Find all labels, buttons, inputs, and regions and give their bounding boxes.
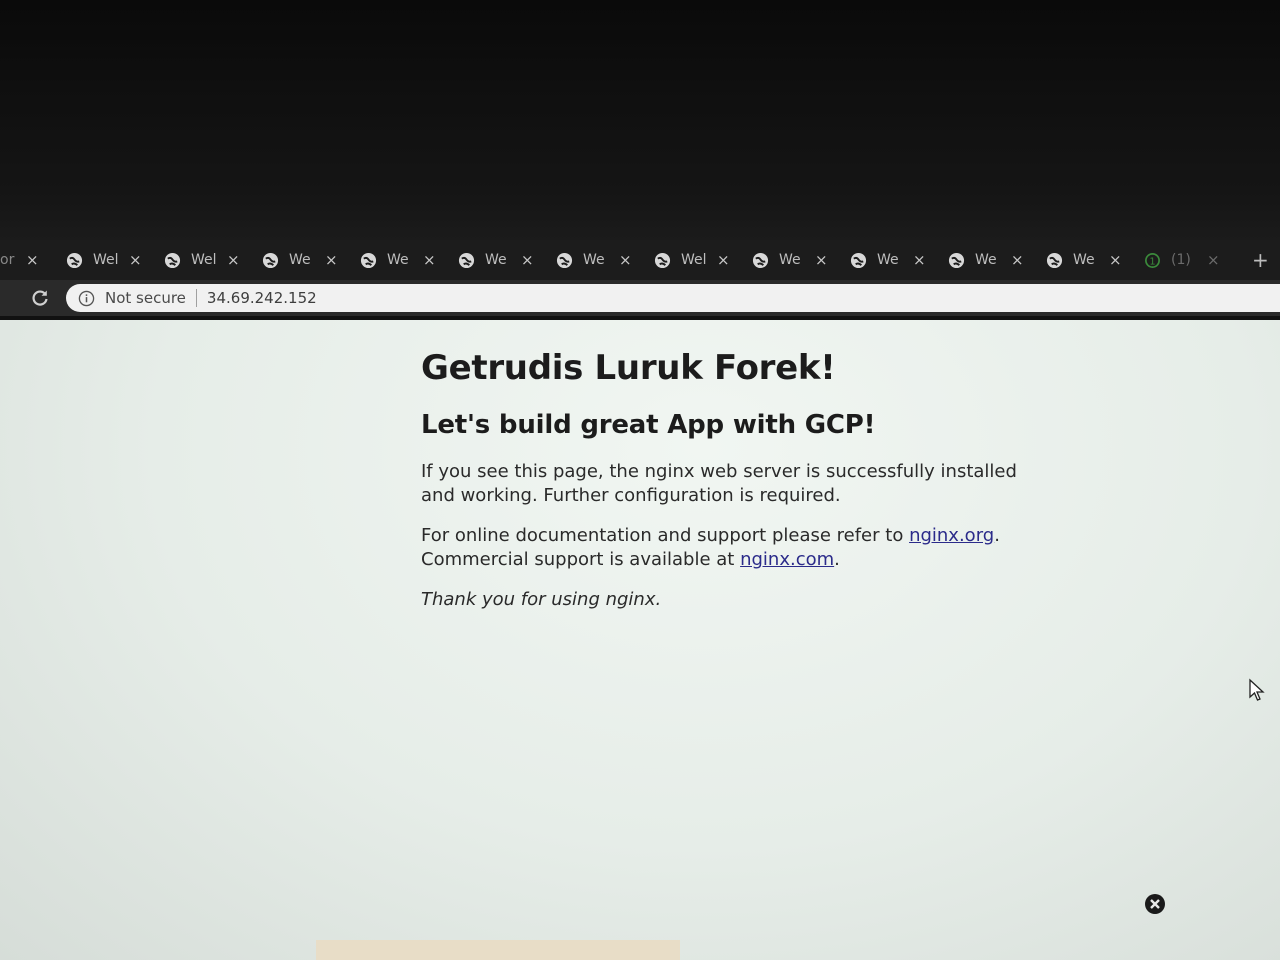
tab-close-icon[interactable]: × (717, 251, 730, 269)
tab-close-icon[interactable]: × (325, 251, 338, 269)
bottom-popup-edge (316, 940, 680, 960)
tab[interactable]: We × (842, 245, 940, 275)
thanks-text: Thank you for using nginx. (421, 589, 662, 610)
new-tab-button[interactable]: + (1252, 248, 1269, 272)
laptop-bezel (0, 0, 1280, 240)
page-title: Getrudis Luruk Forek! (421, 348, 836, 388)
omnibox-divider (195, 289, 197, 307)
address-bar[interactable]: Not secure 34.69.242.152 (66, 284, 1280, 312)
intro-paragraph: If you see this page, the nginx web serv… (421, 461, 1017, 506)
url-text[interactable]: 34.69.242.152 (207, 289, 317, 307)
globe-icon (164, 252, 181, 268)
nginx-org-link[interactable]: nginx.org (909, 525, 994, 546)
tab-title: Wel (191, 252, 217, 268)
tab-title: We (485, 252, 507, 268)
globe-icon (1046, 252, 1063, 268)
info-icon[interactable] (78, 290, 95, 307)
support-period: . (994, 525, 1000, 546)
nginx-com-link[interactable]: nginx.com (740, 549, 834, 570)
globe-icon (948, 252, 965, 268)
browser-toolbar: Not secure 34.69.242.152 (0, 280, 1280, 316)
notification-count-icon: 1 (1145, 252, 1160, 268)
tab[interactable]: Wel × (156, 245, 254, 275)
globe-icon (752, 252, 769, 268)
tab[interactable]: Wel × (646, 245, 744, 275)
globe-icon (360, 252, 377, 268)
security-status[interactable]: Not secure (105, 289, 186, 307)
page-viewport: Getrudis Luruk Forek! Let's build great … (0, 320, 1280, 960)
tab[interactable]: or × (0, 245, 58, 275)
tab-title: We (583, 252, 605, 268)
svg-text:1: 1 (1149, 256, 1155, 267)
tab-close-icon[interactable]: × (619, 251, 632, 269)
tab[interactable]: Wel × (58, 245, 156, 275)
tab-title: or (0, 252, 15, 268)
tab[interactable]: We × (450, 245, 548, 275)
tab[interactable]: We × (548, 245, 646, 275)
tab-close-icon[interactable]: × (521, 251, 534, 269)
globe-icon (66, 252, 83, 268)
page-subtitle: Let's build great App with GCP! (421, 410, 876, 440)
tab[interactable]: We × (940, 245, 1038, 275)
tab-title: (1) (1171, 252, 1191, 268)
tab[interactable]: We × (254, 245, 352, 275)
tab[interactable]: We × (744, 245, 842, 275)
tab-close-icon[interactable]: × (1109, 251, 1122, 269)
tab-title: We (289, 252, 311, 268)
tab-close-icon[interactable]: × (913, 251, 926, 269)
tab-close-icon[interactable]: × (1011, 251, 1024, 269)
reload-icon[interactable] (30, 288, 50, 308)
tab-close-icon[interactable]: × (423, 251, 436, 269)
support-paragraph: For online documentation and support ple… (421, 524, 1021, 572)
tab-strip: or × Wel × Wel × We × We × We × We × Wel… (0, 240, 1280, 280)
tab-close-icon[interactable]: × (227, 251, 240, 269)
commercial-period: . (834, 549, 840, 570)
tab-close-icon[interactable]: × (815, 251, 828, 269)
globe-icon (458, 252, 475, 268)
close-icon[interactable] (1144, 893, 1166, 915)
globe-icon (262, 252, 279, 268)
tab[interactable]: We × (1038, 245, 1136, 275)
tab-close-icon[interactable]: × (1207, 251, 1220, 269)
tab-title: We (975, 252, 997, 268)
tab-title: We (779, 252, 801, 268)
tab-title: Wel (681, 252, 707, 268)
tab-title: Wel (93, 252, 119, 268)
tab[interactable]: We × (352, 245, 450, 275)
tab-title: We (1073, 252, 1095, 268)
mouse-cursor-icon (1249, 678, 1265, 701)
support-text: For online documentation and support ple… (421, 525, 910, 546)
globe-icon (850, 252, 867, 268)
tab[interactable]: 1 (1) × (1136, 245, 1234, 275)
page-content: Getrudis Luruk Forek! Let's build great … (421, 348, 1021, 628)
tab-close-icon[interactable]: × (26, 251, 39, 269)
globe-icon (654, 252, 671, 268)
commercial-text: Commercial support is available at (421, 549, 741, 570)
globe-icon (556, 252, 573, 268)
tab-title: We (877, 252, 899, 268)
tab-title: We (387, 252, 409, 268)
tab-close-icon[interactable]: × (129, 251, 142, 269)
